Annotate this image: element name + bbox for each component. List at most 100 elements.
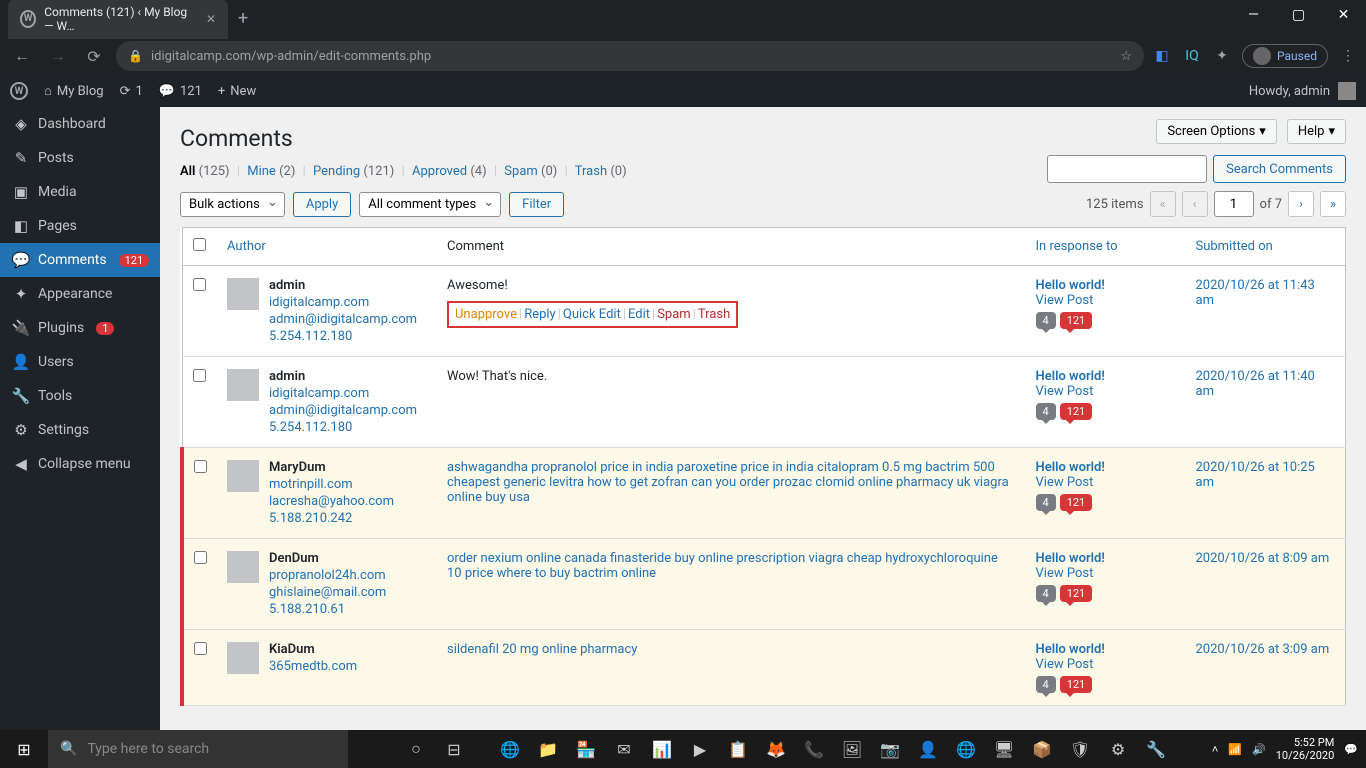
pending-count-bubble[interactable]: 121 [1060,585,1093,602]
filter-mine[interactable]: Mine (2) [247,164,295,179]
row-checkbox[interactable] [193,369,206,382]
wordpress-icon[interactable]: W [10,82,28,100]
view-post-link[interactable]: View Post [1036,475,1176,490]
submitted-date[interactable]: 2020/10/26 at 11:40 am [1186,357,1346,448]
author-ip[interactable]: 5.188.210.61 [269,602,386,617]
taskbar-search[interactable]: 🔍 Type here to search [48,730,348,768]
extension-icon[interactable]: IQ [1182,46,1202,66]
app-icon[interactable]: 🦊 [758,730,794,768]
app-icon[interactable]: 🏪 [568,730,604,768]
author-site[interactable]: idigitalcamp.com [269,295,417,310]
tray-clock[interactable]: 5:52 PM 10/26/2020 [1276,736,1335,762]
approved-count-bubble[interactable]: 4 [1036,676,1056,693]
select-all-checkbox[interactable] [193,238,206,251]
row-checkbox[interactable] [194,551,207,564]
row-checkbox[interactable] [194,642,207,655]
submitted-date[interactable]: 2020/10/26 at 11:43 am [1186,266,1346,357]
sidebar-item-media[interactable]: ▣Media [0,175,160,209]
sidebar-item-plugins[interactable]: 🔌Plugins1 [0,311,160,345]
quick-edit-link[interactable]: Quick Edit [563,307,621,322]
sidebar-item-posts[interactable]: ✎Posts [0,141,160,175]
app-icon[interactable]: 📊 [644,730,680,768]
tray-icon[interactable]: 📶 [1228,743,1242,756]
notifications-icon[interactable]: 💬 [1344,743,1358,756]
sidebar-item-settings[interactable]: ⚙Settings [0,413,160,447]
menu-icon[interactable]: ⋮ [1338,46,1358,66]
author-ip[interactable]: 5.254.112.180 [269,329,417,344]
response-post-link[interactable]: Hello world! [1036,460,1105,475]
next-page-button[interactable]: › [1288,191,1314,217]
sidebar-item-pages[interactable]: ◧Pages [0,209,160,243]
app-icon[interactable]: 📦 [1024,730,1060,768]
first-page-button[interactable]: « [1150,191,1176,217]
app-icon[interactable]: 📁 [530,730,566,768]
pending-count-bubble[interactable]: 121 [1060,403,1093,420]
extension-icon[interactable]: ◧ [1152,46,1172,66]
sidebar-item-comments[interactable]: 💬Comments121 [0,243,160,277]
sidebar-item-dashboard[interactable]: ◈Dashboard [0,107,160,141]
prev-page-button[interactable]: ‹ [1182,191,1208,217]
approved-count-bubble[interactable]: 4 [1036,494,1056,511]
edit-link[interactable]: Edit [628,307,650,322]
reload-button[interactable]: ⟳ [80,42,108,70]
filter-pending[interactable]: Pending (121) [313,164,394,179]
author-site[interactable]: propranolol24h.com [269,568,386,583]
task-view-icon[interactable]: ⊟ [436,730,472,768]
close-icon[interactable]: ✕ [206,12,216,26]
author-email[interactable]: admin@idigitalcamp.com [269,312,417,327]
maximize-button[interactable]: ▢ [1276,0,1321,30]
unapprove-link[interactable]: Unapprove [455,307,517,322]
back-button[interactable]: ← [8,42,36,70]
minimize-button[interactable]: — [1231,0,1276,30]
cortana-icon[interactable]: ○ [398,730,434,768]
column-author[interactable]: Author [217,228,437,266]
tray-icon[interactable]: 🔊 [1252,743,1266,756]
author-site[interactable]: motrinpill.com [269,477,394,492]
page-input[interactable] [1214,191,1254,217]
app-icon[interactable]: 🔧 [1138,730,1174,768]
response-post-link[interactable]: Hello world! [1036,551,1105,566]
app-icon[interactable]: 🌐 [948,730,984,768]
new-content-link[interactable]: + New [218,84,256,99]
app-icon[interactable]: 🖥 [986,730,1022,768]
apply-button[interactable]: Apply [293,192,351,217]
filter-approved[interactable]: Approved (4) [412,164,487,179]
view-post-link[interactable]: View Post [1036,384,1176,399]
author-ip[interactable]: 5.254.112.180 [269,420,417,435]
bulk-actions-select[interactable]: Bulk actions [180,192,285,217]
new-tab-button[interactable]: + [238,8,248,29]
profile-paused[interactable]: Paused [1242,44,1328,68]
row-checkbox[interactable] [193,278,206,291]
star-icon[interactable]: ☆ [1120,49,1132,64]
response-post-link[interactable]: Hello world! [1036,642,1105,657]
app-icon[interactable]: 👤 [910,730,946,768]
forward-button[interactable]: → [44,42,72,70]
column-response[interactable]: In response to [1026,228,1186,266]
app-icon[interactable]: 📋 [720,730,756,768]
author-site[interactable]: idigitalcamp.com [269,386,417,401]
author-ip[interactable]: 5.188.210.242 [269,511,394,526]
search-comments-button[interactable]: Search Comments [1213,155,1346,183]
author-email[interactable]: lacresha@yahoo.com [269,494,394,509]
help-button[interactable]: Help ▾ [1287,119,1346,144]
sidebar-item-appearance[interactable]: ✦Appearance [0,277,160,311]
approved-count-bubble[interactable]: 4 [1036,585,1056,602]
filter-all[interactable]: All (125) [180,164,230,179]
filter-button[interactable]: Filter [509,192,564,217]
extensions-menu-icon[interactable]: ✦ [1212,46,1232,66]
approved-count-bubble[interactable]: 4 [1036,312,1056,329]
pending-count-bubble[interactable]: 121 [1060,494,1093,511]
row-checkbox[interactable] [194,460,207,473]
browser-tab[interactable]: W Comments (121) ‹ My Blog — W… ✕ [8,0,228,39]
site-home-link[interactable]: ⌂ My Blog [44,83,104,99]
submitted-date[interactable]: 2020/10/26 at 8:09 am [1186,539,1346,630]
author-email[interactable]: ghislaine@mail.com [269,585,386,600]
author-site[interactable]: 365medtb.com [269,659,357,674]
close-button[interactable]: ✕ [1321,0,1366,30]
view-post-link[interactable]: View Post [1036,293,1176,308]
submitted-date[interactable]: 2020/10/26 at 10:25 am [1186,448,1346,539]
author-email[interactable]: admin@idigitalcamp.com [269,403,417,418]
app-icon[interactable]: 📷 [872,730,908,768]
response-post-link[interactable]: Hello world! [1036,278,1105,293]
app-icon[interactable]: ⚙ [1100,730,1136,768]
